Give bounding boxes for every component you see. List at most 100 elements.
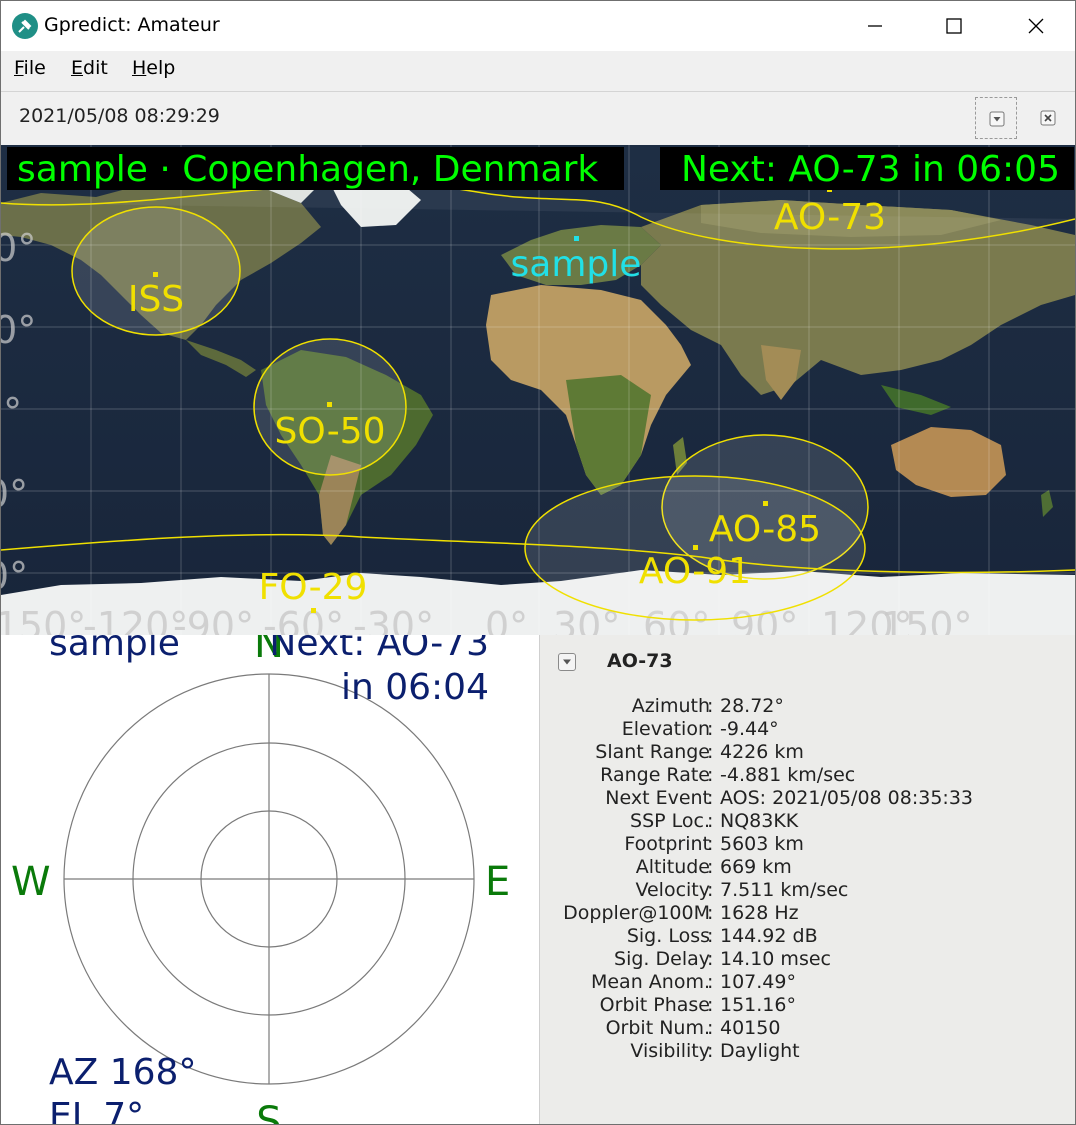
close-window-button[interactable] [1008,1,1064,51]
details-row-separator: : [707,856,714,878]
details-row-label: Mean Anom. [590,971,710,993]
compass-west: W [11,859,51,905]
ao-85-marker[interactable] [763,501,768,506]
details-row: Sig. Loss:144.92 dB [540,925,1075,948]
details-satellite-name: AO-73 [607,650,673,672]
details-row-label: Next Event [605,787,710,809]
details-row-value: 5603 km [720,833,804,855]
details-row-separator: : [707,1040,714,1062]
polar-view[interactable]: N S E W sample Next: AO-73 in 06:04 AZ 1… [1,635,539,1124]
details-row-label: Range Rate [600,764,710,786]
module-options-button[interactable] [975,97,1017,139]
details-row: SSP Loc.: NQ83KK [540,810,1075,833]
details-row-label: Azimuth [631,695,710,717]
details-row-separator: : [707,902,714,924]
main-window: Gpredict: Amateur File Edit Help 2021/05… [0,0,1076,1125]
lon-label-neg150: -150° [1,604,86,635]
details-row-separator: : [707,764,714,786]
lon-label-neg60: -60° [263,604,344,635]
satellite-details-panel: AO-73 Azimuth: 28.72° Elevation: -9.44° Sl… [539,635,1075,1124]
ao-73-label[interactable]: AO-73 [774,197,886,238]
close-box-icon [1040,110,1056,126]
lon-label-neg90: -90° [173,604,254,635]
module-header: 2021/05/08 08:29:29 [1,91,1075,144]
details-row-value: 40150 [720,1017,781,1039]
close-icon [1028,18,1044,34]
details-dropdown-button[interactable] [558,653,576,671]
ao-91-label[interactable]: AO-91 [639,551,751,592]
details-row-separator: : [707,971,714,993]
details-row: Visibility: Daylight [540,1040,1075,1063]
details-row-label: Slant Range [595,741,710,763]
menu-edit-mnemonic: E [71,57,84,79]
menu-help-label: elp [146,57,176,79]
so-50-label[interactable]: SO-50 [275,411,386,452]
so-50-marker[interactable] [327,402,332,407]
details-row-value: 14.10 msec [720,948,831,970]
lon-label-0: 0° [485,604,528,635]
details-row-value: 151.16° [720,994,796,1016]
details-row-separator: : [707,695,714,717]
details-row-value: 4226 km [720,741,804,763]
gpredict-app-icon [12,13,38,39]
menu-edit-label: dit [83,57,108,79]
details-row: Azimuth: 28.72° [540,695,1075,718]
maximize-button[interactable] [926,1,982,51]
details-row-value: AOS: 2021/05/08 08:35:33 [720,787,974,809]
polar-el: EL 7° [49,1096,144,1124]
fo-29-label[interactable]: FO-29 [259,567,368,608]
fo-29-marker[interactable] [311,608,316,613]
compass-south: S [256,1099,281,1124]
details-row-separator: : [707,879,714,901]
details-row-separator: : [707,925,714,947]
menu-help[interactable]: Help [132,57,175,79]
details-row-value: 144.92 dB [720,925,818,947]
iss-marker[interactable] [153,272,158,277]
maximize-icon [946,18,962,34]
details-row-separator: : [707,833,714,855]
iss-label[interactable]: ISS [128,279,184,320]
details-row-separator: : [707,718,714,740]
lat-label-neg30: -30° [1,472,28,516]
details-row-separator: : [707,1017,714,1039]
details-row-value: -4.881 km/sec [720,764,856,786]
details-row-label: Velocity [635,879,710,901]
world-map[interactable]: 60° 30° 0° -30° -60° -150° -120° -90° -6… [1,145,1075,635]
menu-edit[interactable]: Edit [71,57,108,79]
title-bar[interactable]: Gpredict: Amateur [1,1,1075,51]
details-row-label: Sig. Loss [626,925,710,947]
details-row-label: Altitude [635,856,710,878]
module-close-button[interactable] [1027,97,1069,139]
details-row-label: Footprint [624,833,710,855]
lat-label-0: 0° [1,390,22,434]
ground-station-label: sample [511,244,642,285]
longitude-labels: -150° -120° -90° -60° -30° 0° 30° 60° 90… [1,604,973,635]
menu-file[interactable]: File [14,57,46,79]
polar-next-line1: Next: AO-73 [269,635,489,664]
ao-85-label[interactable]: AO-85 [709,509,821,550]
details-row-label: Doppler@100M [563,902,710,924]
lat-label-neg60: -60° [1,554,28,598]
polar-plot[interactable]: N S E W sample Next: AO-73 in 06:04 AZ 1… [1,635,539,1124]
details-row: Orbit Phase:151.16° [540,994,1075,1017]
minimize-icon [868,25,882,27]
ao-91-marker[interactable] [693,545,698,550]
details-row: Orbit Num.:40150 [540,1017,1075,1040]
compass-east: E [485,859,510,905]
details-row-separator: : [707,948,714,970]
details-row-label: SSP Loc. [630,810,710,832]
details-row-label: Elevation [621,718,710,740]
minimize-button[interactable] [847,1,903,51]
details-row-value: 7.511 km/sec [720,879,849,901]
details-row: Altitude:669 km [540,856,1075,879]
details-row-value: 1628 Hz [720,902,799,924]
details-row-value: Daylight [720,1040,800,1062]
polar-next-line2: in 06:04 [341,667,489,708]
map-view[interactable]: 60° 30° 0° -30° -60° -150° -120° -90° -6… [1,145,1075,635]
details-row: Range Rate: -4.881 km/sec [540,764,1075,787]
details-row-label: Orbit Phase [599,994,710,1016]
menu-file-label: ile [23,57,46,79]
details-row: Sig. Delay:14.10 msec [540,948,1075,971]
details-row-value: NQ83KK [720,810,799,832]
ground-station-marker [574,236,579,241]
